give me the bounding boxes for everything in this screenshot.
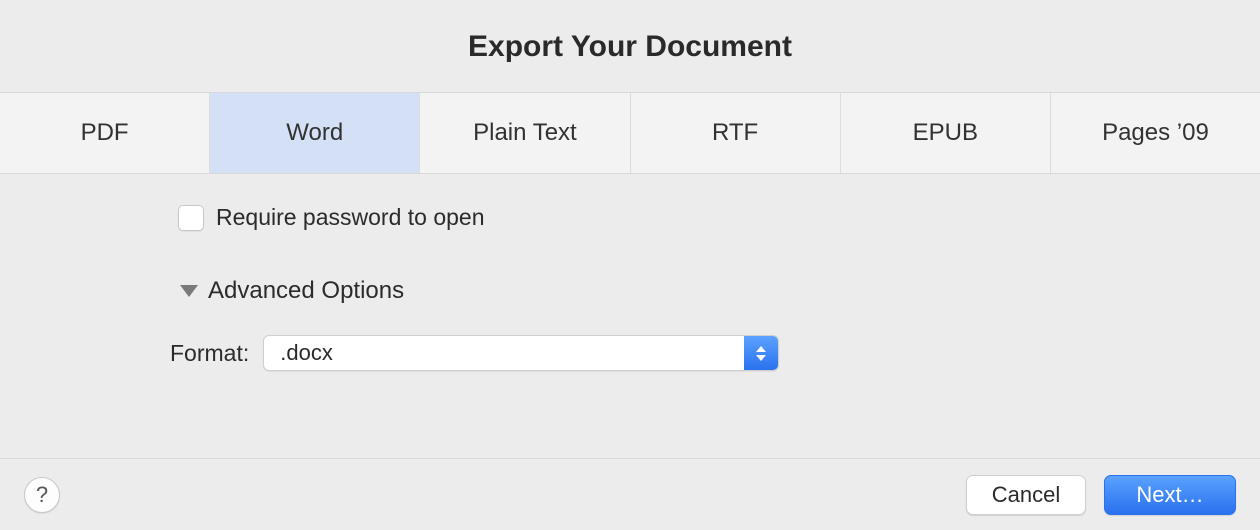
select-stepper-icon <box>744 336 778 370</box>
tab-word[interactable]: Word <box>210 93 420 173</box>
format-select-value: .docx <box>264 336 744 370</box>
tab-plain-text[interactable]: Plain Text <box>420 93 630 173</box>
cancel-button[interactable]: Cancel <box>966 475 1086 515</box>
format-label: Format: <box>170 340 249 367</box>
tab-rtf[interactable]: RTF <box>631 93 841 173</box>
disclosure-triangle-icon <box>180 285 198 297</box>
tab-pdf[interactable]: PDF <box>0 93 210 173</box>
format-tabs: PDF Word Plain Text RTF EPUB Pages ’09 <box>0 92 1260 174</box>
advanced-options-toggle[interactable]: Advanced Options <box>178 277 1260 305</box>
require-password-row: Require password to open <box>178 204 1260 231</box>
options-area: Require password to open Advanced Option… <box>0 174 1260 371</box>
footer-bar: ? Cancel Next… <box>0 458 1260 530</box>
help-button[interactable]: ? <box>24 477 60 513</box>
advanced-options-label: Advanced Options <box>208 277 404 305</box>
require-password-label: Require password to open <box>216 204 485 231</box>
format-select[interactable]: .docx <box>263 335 779 371</box>
next-button[interactable]: Next… <box>1104 475 1236 515</box>
tab-pages09[interactable]: Pages ’09 <box>1051 93 1260 173</box>
tab-epub[interactable]: EPUB <box>841 93 1051 173</box>
dialog-title: Export Your Document <box>0 0 1260 92</box>
format-row: Format: .docx <box>170 335 1260 371</box>
require-password-checkbox[interactable] <box>178 205 204 231</box>
